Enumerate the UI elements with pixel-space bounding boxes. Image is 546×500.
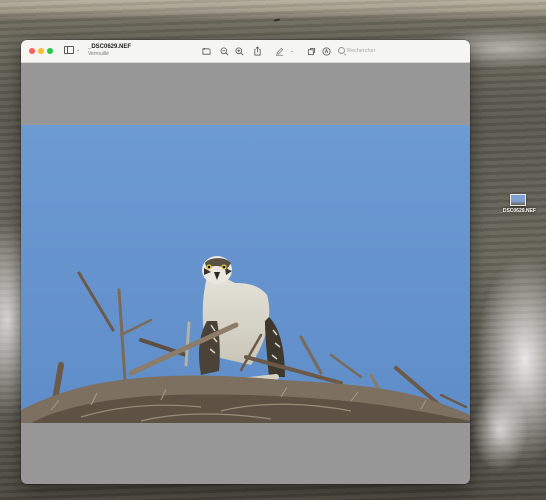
- info-icon: [321, 46, 331, 56]
- chevron-down-icon: ⌄: [289, 48, 295, 54]
- image-file-icon: [510, 194, 526, 206]
- sidebar-icon: [64, 46, 74, 54]
- desktop-file-icon[interactable]: _DSC0629.NEF: [496, 194, 540, 214]
- markup-options-button[interactable]: ⌄: [289, 46, 295, 56]
- close-button[interactable]: [29, 48, 35, 54]
- title-bar[interactable]: ⌄ _DSC0629.NEF Verrouillé ⌄ Rechercher: [21, 40, 470, 63]
- preview-window: ⌄ _DSC0629.NEF Verrouillé ⌄ Rechercher: [21, 40, 470, 484]
- crop-button[interactable]: [306, 46, 316, 56]
- fullscreen-button[interactable]: [47, 48, 53, 54]
- zoom-in-button[interactable]: [234, 46, 244, 56]
- markup-button[interactable]: [274, 46, 284, 56]
- minimize-button[interactable]: [38, 48, 44, 54]
- zoom-in-icon: [234, 46, 243, 55]
- markup-icon: [275, 47, 283, 56]
- document-status: Verrouillé: [88, 51, 109, 57]
- zoom-out-icon: [219, 46, 228, 55]
- desktop-file-label: _DSC0629.NEF: [500, 208, 536, 214]
- photo-osprey-nest: [21, 125, 470, 423]
- rotate-button[interactable]: [201, 46, 211, 56]
- rotate-icon: [201, 47, 211, 55]
- document-title-block[interactable]: _DSC0629.NEF Verrouillé: [88, 44, 131, 57]
- search-icon: [338, 47, 345, 54]
- search-input[interactable]: [347, 47, 447, 54]
- chevron-down-icon: ⌄: [76, 47, 81, 53]
- info-button[interactable]: [321, 46, 331, 56]
- sidebar-toggle-button[interactable]: ⌄: [64, 46, 80, 54]
- share-icon: [253, 46, 261, 56]
- document-title: _DSC0629.NEF: [88, 44, 132, 50]
- zoom-out-button[interactable]: [219, 46, 229, 56]
- search-field[interactable]: [336, 45, 464, 56]
- crop-icon: [307, 47, 315, 55]
- share-button[interactable]: [252, 46, 262, 56]
